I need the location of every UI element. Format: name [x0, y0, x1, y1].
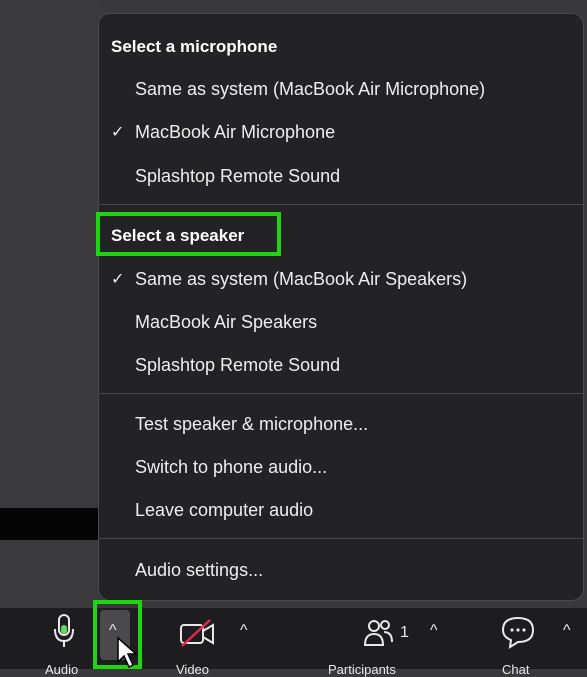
option-label: MacBook Air Microphone [135, 122, 336, 142]
audio-button[interactable] [50, 613, 78, 649]
menu-divider [99, 204, 583, 205]
option-label: Same as system (MacBook Air Speakers) [135, 269, 468, 289]
option-label: Splashtop Remote Sound [135, 166, 341, 186]
check-icon: ✓ [111, 124, 125, 141]
speaker-option-same-as-system[interactable]: ✓ Same as system (MacBook Air Speakers) [111, 269, 583, 301]
chat-options-caret[interactable]: ^ [563, 622, 571, 640]
option-label: Splashtop Remote Sound [135, 355, 341, 375]
mouse-cursor-icon [117, 636, 138, 669]
video-off-icon [180, 619, 214, 647]
microphone-section-title: Select a microphone [111, 37, 278, 56]
menu-divider [99, 538, 583, 539]
participants-button[interactable] [362, 617, 396, 649]
video-label: Video [176, 662, 210, 677]
speaker-option-macbook-air[interactable]: MacBook Air Speakers [111, 312, 583, 344]
leave-computer-audio-item[interactable]: Leave computer audio [111, 500, 583, 532]
audio-menu: Select a microphone Same as system (MacB… [98, 13, 584, 601]
participants-count: 1 [400, 624, 409, 641]
chat-label: Chat [502, 662, 530, 677]
audio-settings-item[interactable]: Audio settings... [111, 560, 583, 592]
participants-options-caret[interactable]: ^ [430, 622, 438, 640]
option-label: Same as system (MacBook Air Microphone) [135, 79, 486, 99]
switch-to-phone-audio-item[interactable]: Switch to phone audio... [111, 457, 583, 489]
speaker-option-splashtop[interactable]: Splashtop Remote Sound [111, 355, 583, 387]
chat-icon [501, 616, 535, 649]
check-icon: ✓ [111, 271, 125, 288]
option-label: MacBook Air Speakers [135, 312, 318, 332]
microphone-option-splashtop[interactable]: Splashtop Remote Sound [111, 166, 583, 198]
speaker-title-highlight [96, 212, 281, 256]
microphone-icon [54, 614, 74, 647]
chat-button[interactable] [500, 615, 536, 649]
participants-icon [363, 620, 393, 646]
meeting-toolbar [0, 608, 587, 669]
video-options-caret[interactable]: ^ [240, 622, 248, 640]
option-label: Switch to phone audio... [135, 457, 328, 477]
redacted-bar [0, 508, 100, 540]
option-label: Test speaker & microphone... [135, 414, 369, 434]
option-label: Leave computer audio [135, 500, 314, 520]
video-button[interactable] [178, 618, 218, 650]
audio-label: Audio [45, 662, 79, 677]
menu-divider [99, 393, 583, 394]
option-label: Audio settings... [135, 560, 264, 580]
participants-label: Participants [328, 662, 396, 677]
microphone-option-macbook-air[interactable]: ✓ MacBook Air Microphone [111, 122, 583, 154]
test-speaker-microphone-item[interactable]: Test speaker & microphone... [111, 414, 583, 446]
microphone-option-same-as-system[interactable]: Same as system (MacBook Air Microphone) [111, 79, 583, 111]
